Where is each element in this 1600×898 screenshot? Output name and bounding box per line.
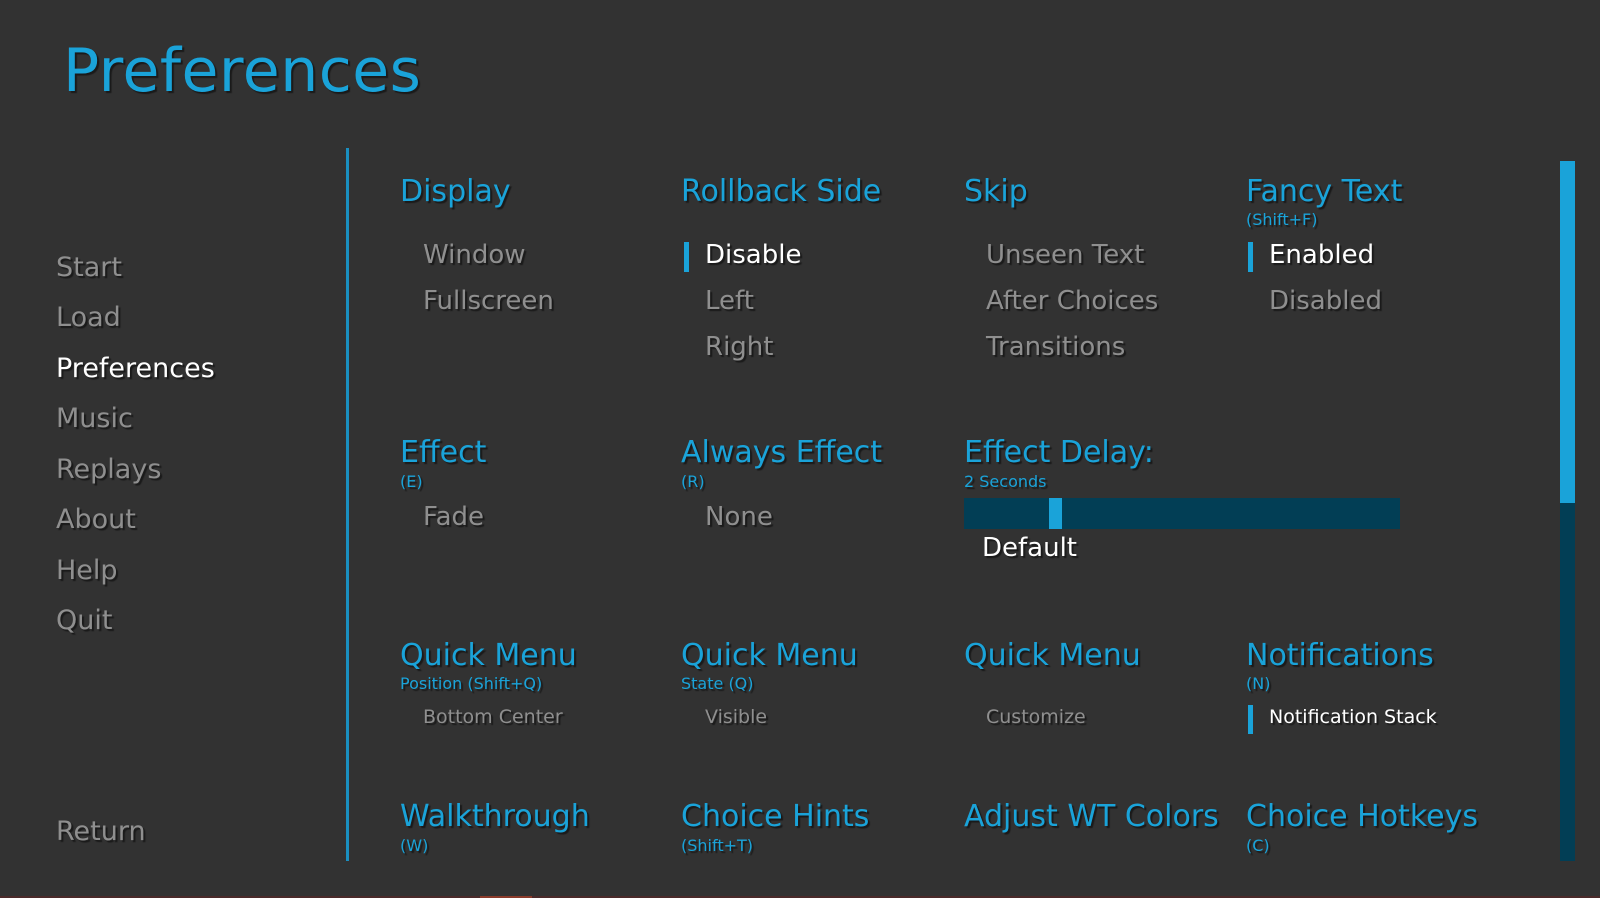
adjust-wt-colors-title: Adjust WT Colors (964, 799, 1219, 834)
display-option-window[interactable]: Window (423, 240, 526, 270)
quick-menu-state-value-button[interactable]: Visible (705, 706, 767, 728)
quick-menu-state-sub: State (Q) (681, 674, 754, 693)
choice-hotkeys-hotkey: (C) (1246, 836, 1270, 855)
effect-delay-value-label: 2 Seconds (964, 472, 1047, 491)
effect-delay-slider-thumb[interactable] (1049, 498, 1062, 529)
rollback-option-left[interactable]: Left (705, 286, 754, 316)
fancy-text-option-enabled[interactable]: Enabled (1269, 240, 1374, 270)
quick-menu-position-value-button[interactable]: Bottom Center (423, 706, 563, 728)
effect-delay-title: Effect Delay: (964, 435, 1154, 470)
fancy-text-selected-marker (1248, 242, 1253, 272)
nav-start[interactable]: Start (56, 252, 122, 283)
nav-about[interactable]: About (56, 504, 136, 535)
effect-title: Effect (400, 435, 487, 470)
rollback-option-right[interactable]: Right (705, 332, 773, 362)
effect-hotkey: (E) (400, 472, 423, 491)
nav-help[interactable]: Help (56, 555, 118, 586)
nav-quit[interactable]: Quit (56, 605, 112, 636)
preferences-screen: Preferences Start Load Preferences Music… (0, 0, 1600, 898)
nav-preferences[interactable]: Preferences (56, 353, 215, 384)
quick-menu-position-sub: Position (Shift+Q) (400, 674, 543, 693)
nav-load[interactable]: Load (56, 302, 121, 333)
quick-menu-state-title: Quick Menu (681, 638, 858, 673)
walkthrough-hotkey: (W) (400, 836, 429, 855)
always-effect-title: Always Effect (681, 435, 883, 470)
fancy-text-hotkey: (Shift+F) (1246, 210, 1318, 229)
nav-replays[interactable]: Replays (56, 454, 161, 485)
preferences-scrollbar-thumb[interactable] (1560, 161, 1575, 503)
display-option-fullscreen[interactable]: Fullscreen (423, 286, 554, 316)
display-title: Display (400, 174, 511, 209)
preferences-scrollbar[interactable] (1560, 161, 1575, 861)
always-effect-hotkey: (R) (681, 472, 705, 491)
effect-delay-slider[interactable] (964, 498, 1400, 529)
effect-value-button[interactable]: Fade (423, 502, 484, 532)
skip-option-unseen-text[interactable]: Unseen Text (986, 240, 1144, 270)
always-effect-value-button[interactable]: None (705, 502, 773, 532)
rollback-selected-marker (684, 242, 689, 272)
skip-option-transitions[interactable]: Transitions (986, 332, 1125, 362)
notifications-hotkey: (N) (1246, 674, 1271, 693)
fancy-text-option-disabled[interactable]: Disabled (1269, 286, 1382, 316)
choice-hints-hotkey: (Shift+T) (681, 836, 754, 855)
skip-title: Skip (964, 174, 1028, 209)
choice-hotkeys-title: Choice Hotkeys (1246, 799, 1478, 834)
quick-menu-position-title: Quick Menu (400, 638, 577, 673)
fancy-text-title: Fancy Text (1246, 174, 1403, 209)
page-title: Preferences (63, 36, 422, 106)
notifications-selected-marker (1248, 705, 1253, 734)
rollback-side-title: Rollback Side (681, 174, 882, 209)
nav-music[interactable]: Music (56, 403, 133, 434)
effect-delay-default-button[interactable]: Default (982, 533, 1077, 563)
choice-hints-title: Choice Hints (681, 799, 870, 834)
skip-option-after-choices[interactable]: After Choices (986, 286, 1158, 316)
notifications-title: Notifications (1246, 638, 1434, 673)
quick-menu-customize-title: Quick Menu (964, 638, 1141, 673)
nav-return[interactable]: Return (56, 816, 146, 847)
nav-divider (346, 148, 349, 861)
quick-menu-customize-button[interactable]: Customize (986, 706, 1086, 728)
notifications-value-button[interactable]: Notification Stack (1269, 706, 1437, 728)
walkthrough-title: Walkthrough (400, 799, 590, 834)
rollback-option-disable[interactable]: Disable (705, 240, 801, 270)
